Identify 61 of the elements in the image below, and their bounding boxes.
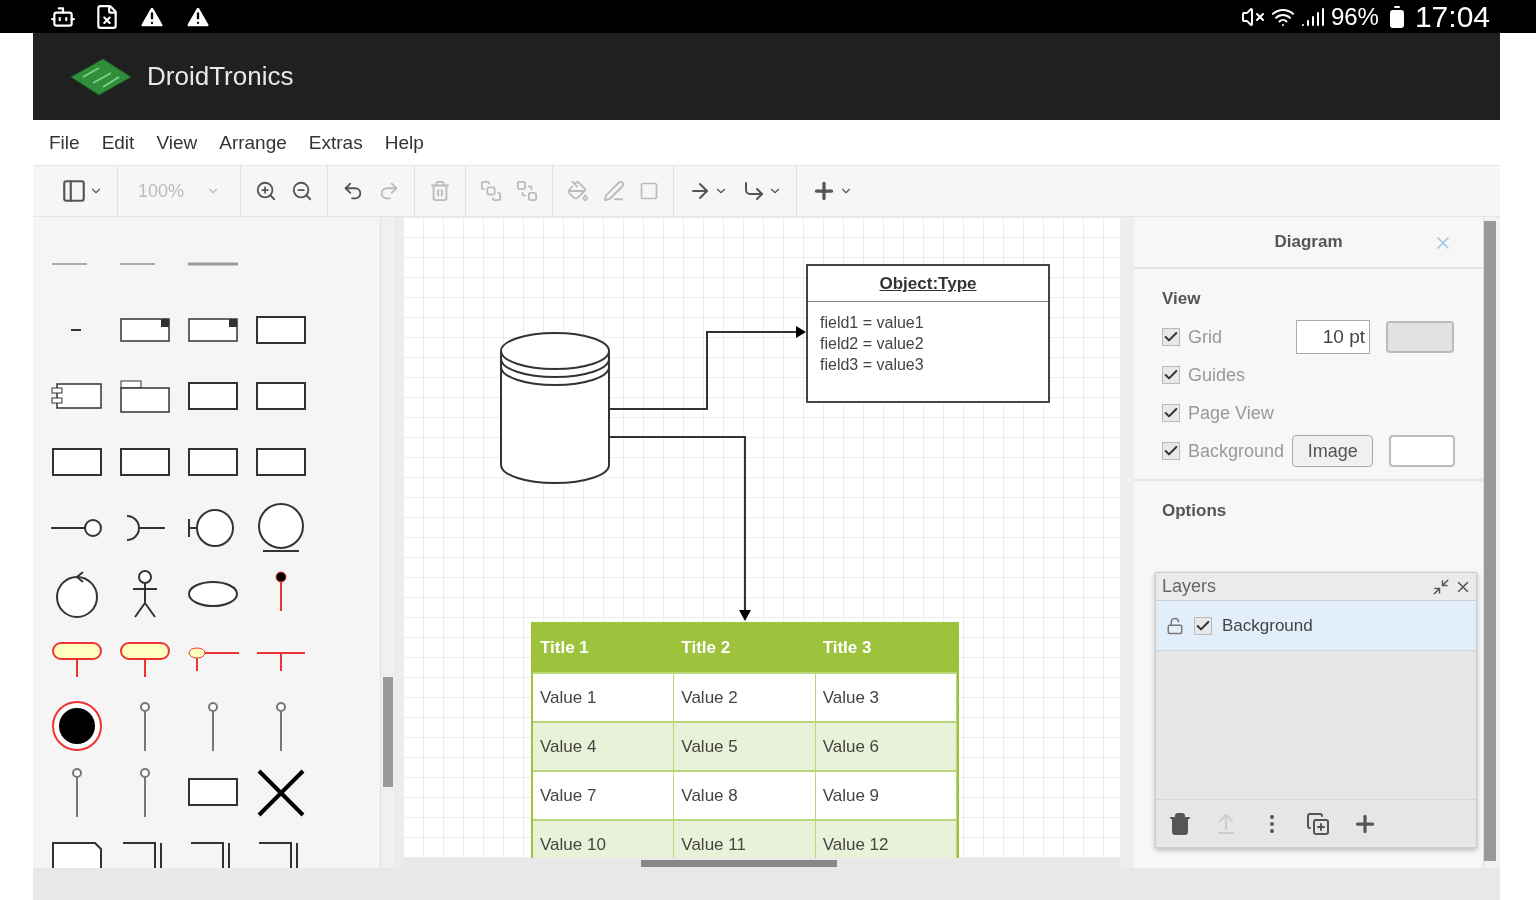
table-cell: Value 5: [674, 721, 816, 770]
image-button[interactable]: Image: [1292, 435, 1374, 467]
duplicate-button[interactable]: [1306, 811, 1330, 836]
checkbox[interactable]: [1194, 616, 1212, 635]
panel-title: Diagram: [1274, 232, 1343, 252]
section-heading: View: [1162, 289, 1202, 309]
section-heading: Options: [1162, 501, 1228, 521]
table-cell: Value 1: [533, 672, 675, 721]
table-cell: Value 11: [674, 819, 816, 858]
table-cell: Value 12: [815, 819, 957, 858]
scrollbar[interactable]: [380, 217, 394, 868]
table-cell: Value 9: [815, 770, 957, 819]
checkbox[interactable]: [1162, 442, 1180, 460]
table-cell: Value 7: [533, 770, 675, 819]
table-header: Title 1: [533, 624, 675, 672]
scrollbar[interactable]: [1484, 221, 1496, 861]
lock-icon[interactable]: [1166, 616, 1184, 635]
object-title: Object:Type: [808, 266, 1048, 302]
menu-item[interactable]: Arrange: [219, 131, 287, 154]
menu-item[interactable]: Edit: [101, 131, 135, 154]
minimize-button[interactable]: [1432, 577, 1450, 596]
layer-row[interactable]: Background: [1156, 601, 1476, 651]
grid-color-swatch[interactable]: [1386, 321, 1454, 353]
table-cell: Value 3: [815, 672, 957, 721]
object-field: field3 = value3: [820, 354, 1036, 375]
line-color-button[interactable]: [603, 180, 626, 202]
checkbox[interactable]: [1162, 404, 1180, 422]
app-title: DroidTronics: [147, 61, 294, 92]
object-field: field1 = value1: [820, 312, 1036, 333]
table-cell: Value 4: [533, 721, 675, 770]
battery-percent: 96%: [1330, 2, 1379, 31]
fill-color-button[interactable]: [567, 180, 590, 202]
delete-button[interactable]: [1168, 811, 1192, 836]
menu-item[interactable]: View: [156, 131, 198, 154]
zoom-in-button[interactable]: [255, 180, 278, 202]
panel-layout-button[interactable]: [61, 178, 103, 204]
layer-name: Background: [1222, 615, 1313, 636]
checkbox[interactable]: [1162, 366, 1180, 384]
zoom-out-button[interactable]: [291, 180, 314, 202]
background-color-swatch[interactable]: [1389, 435, 1455, 467]
menu-item[interactable]: File: [49, 131, 80, 154]
clock: 17:04: [1414, 0, 1490, 34]
option-label: Grid: [1188, 326, 1223, 348]
menu-item[interactable]: Help: [384, 131, 424, 154]
object-field: field2 = value2: [820, 333, 1036, 354]
checkbox[interactable]: [1162, 328, 1180, 346]
menu-item[interactable]: Extras: [308, 131, 363, 154]
window-title: Layers: [1162, 576, 1217, 597]
option-label: Page View: [1188, 402, 1275, 424]
table-cell: Value 2: [674, 672, 816, 721]
panel-layout-icon[interactable]: [61, 178, 87, 204]
table-cell: Value 8: [674, 770, 816, 819]
file-icon: [94, 3, 120, 30]
option-label: Background: [1188, 440, 1284, 462]
table-header: Title 2: [674, 624, 816, 672]
table-cell: Value 10: [533, 819, 675, 858]
table-cell: Value 6: [815, 721, 957, 770]
option-label: Guides: [1188, 364, 1247, 386]
scrollbar[interactable]: [403, 858, 1120, 868]
table-header: Title 3: [815, 624, 957, 672]
grid-size-field[interactable]: 10 pt: [1296, 320, 1370, 354]
